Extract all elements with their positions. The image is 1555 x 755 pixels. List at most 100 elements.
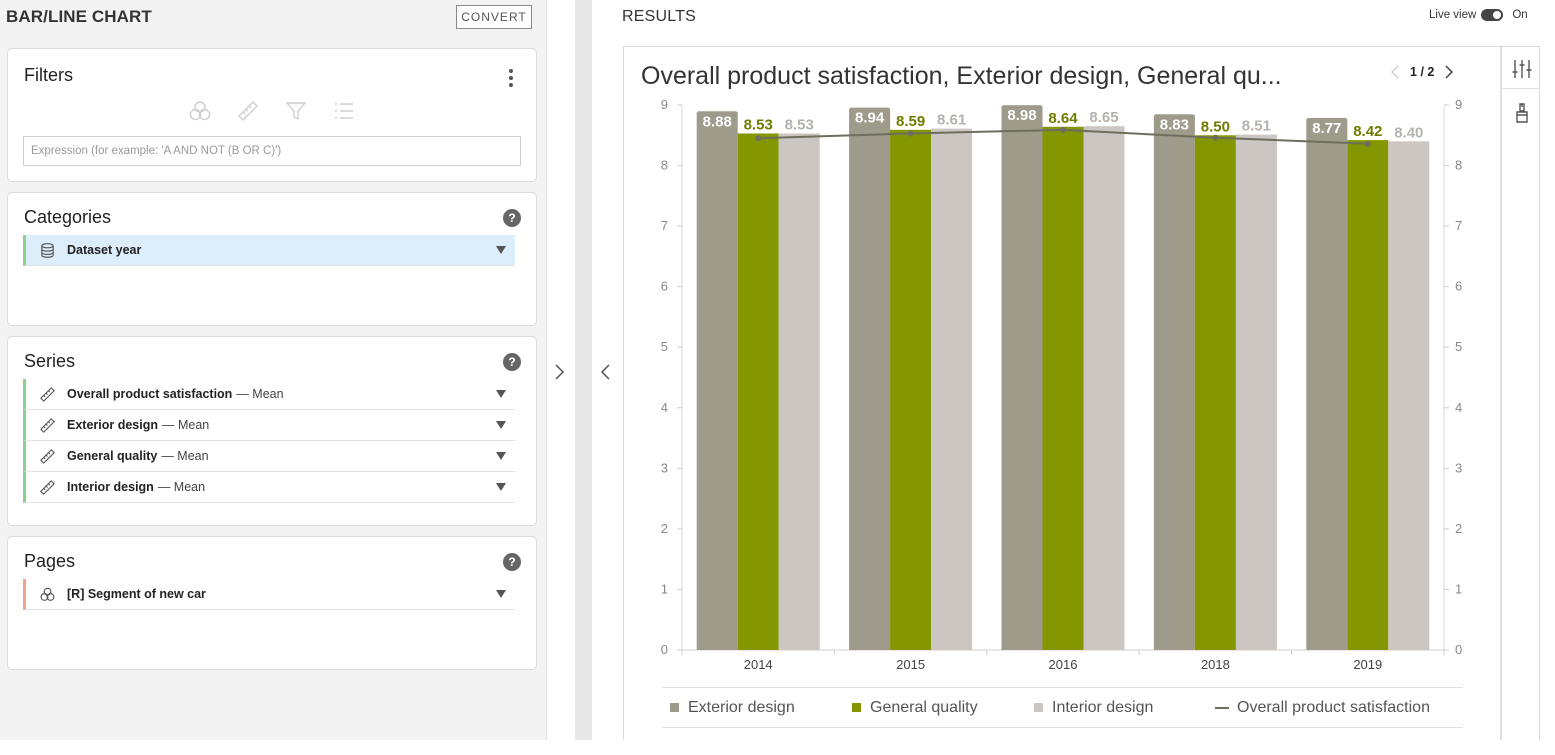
data-label: 8.88 [703,113,732,130]
x-tick-label: 2014 [744,657,773,672]
series-item-label: General quality [67,449,158,463]
legend-swatch [1034,703,1043,712]
legend-swatch [1215,706,1229,709]
category-item-dataset-year[interactable]: Dataset year [23,235,515,266]
help-icon[interactable]: ? [503,353,521,371]
data-label: 8.51 [1242,118,1271,135]
x-tick-label: 2015 [896,657,925,672]
legend-label: Interior design [1052,698,1154,716]
data-label: 8.53 [744,116,773,133]
series-item-label: Exterior design [67,418,158,432]
left-panel: BAR/LINE CHART CONVERT Filters Categorie… [0,0,547,740]
y-tick-label: 0 [1455,642,1462,657]
series-item-exterior-design[interactable]: Exterior design — Mean [23,410,515,441]
data-label: 8.50 [1201,118,1230,135]
x-tick-label: 2019 [1353,657,1382,672]
y-tick-label: 9 [661,97,668,112]
list-icon[interactable] [332,99,356,123]
filters-title: Filters [24,65,73,85]
bar-line-chart: 0 0 1 1 2 2 3 3 4 4 5 5 6 6 7 7 8 8 9 9 2014 2015 2016 2018 2019… [661,97,1462,672]
y-tick-label: 8 [1455,158,1462,173]
chart-title: Overall product satisfaction, Exterior d… [641,62,1282,90]
chart-card: 0 0 1 1 2 2 3 3 4 4 5 5 6 6 7 7 8 8 9 9 2014 2015 2016 2018 2019… [623,46,1501,740]
pager-next-icon[interactable] [1444,64,1454,80]
series-item-suffix: — Mean [162,418,210,432]
bar [1388,141,1430,650]
pages-item-segment-of-new-car[interactable]: [R] Segment of new car [23,579,515,610]
dropdown-arrow-icon[interactable] [496,590,506,598]
y-tick-label: 2 [1455,521,1462,536]
line-point [907,130,914,137]
series-item-general-quality[interactable]: General quality — Mean [23,441,515,472]
pages-card: Pages ? [R] Segment of new car [7,536,537,670]
chevron-left-icon[interactable] [600,363,612,381]
y-tick-label: 7 [661,218,668,233]
segment-filter-icon[interactable] [188,99,212,123]
y-tick-label: 9 [1455,97,1462,112]
database-icon [38,241,56,259]
bar [931,128,973,650]
y-tick-label: 4 [661,400,668,415]
dropdown-arrow-icon[interactable] [496,390,506,398]
line-point [1060,126,1066,133]
data-label: 8.98 [1007,107,1036,124]
pages-item-label: [R] Segment of new car [67,587,206,601]
dropdown-arrow-icon[interactable] [496,452,506,460]
legend-item[interactable]: General quality [852,699,978,717]
help-icon[interactable]: ? [503,209,521,227]
dropdown-arrow-icon[interactable] [496,483,506,491]
expression-input[interactable] [23,136,521,166]
series-title: Series [24,351,76,371]
more-options-icon[interactable] [508,69,514,87]
chart-style-button[interactable] [1502,93,1541,133]
data-label: 8.77 [1312,120,1341,137]
ruler-icon [38,478,56,496]
series-item-overall-product-satisfaction[interactable]: Overall product satisfaction — Mean [23,379,515,410]
legend-item[interactable]: Overall product satisfaction [1215,699,1430,717]
legend-swatch [852,703,861,712]
bar [737,133,779,650]
series-item-interior-design[interactable]: Interior design — Mean [23,472,515,503]
chevron-right-icon[interactable] [553,363,565,381]
series-item-suffix: — Mean [161,449,209,463]
y-tick-label: 3 [661,460,668,475]
bar [1194,135,1236,650]
line-point [1212,134,1219,141]
chart-settings-button[interactable] [1502,49,1541,89]
x-tick-label: 2016 [1049,657,1078,672]
dropdown-arrow-icon[interactable] [496,246,506,254]
legend-swatch [670,703,679,712]
pager-prev-icon[interactable] [1390,64,1400,80]
help-icon[interactable]: ? [503,553,521,571]
ruler-filter-icon[interactable] [236,99,260,123]
y-tick-label: 1 [1455,581,1462,596]
panel-divider[interactable] [575,0,592,740]
bar [1347,140,1389,650]
ruler-icon [38,447,56,465]
bar [1153,115,1195,651]
series-item-suffix: — Mean [236,387,284,401]
bar [1001,106,1043,650]
funnel-icon[interactable] [284,99,308,123]
legend-item[interactable]: Exterior design [670,699,795,717]
legend-item[interactable]: Interior design [1034,699,1153,717]
series-item-suffix: — Mean [157,480,206,494]
y-tick-label: 0 [661,642,668,657]
bar [1042,126,1084,651]
side-toolbar [1501,46,1541,740]
data-label: 8.53 [785,116,814,133]
y-tick-label: 4 [1455,400,1462,415]
legend-label: General quality [870,698,978,716]
x-tick-label: 2018 [1201,657,1230,672]
live-view-toggle[interactable]: Live view On [1429,9,1528,21]
convert-button[interactable]: CONVERT [456,5,532,29]
dropdown-arrow-icon[interactable] [496,421,506,429]
series-item-label: Interior design [67,480,154,494]
window-edge [0,740,1555,755]
bar [1306,118,1348,650]
y-tick-label: 6 [661,279,668,294]
toggle-switch[interactable] [1481,9,1504,21]
panel-title: BAR/LINE CHART [6,7,152,26]
results-title: RESULTS [622,8,697,25]
sliders-icon [1512,59,1531,78]
